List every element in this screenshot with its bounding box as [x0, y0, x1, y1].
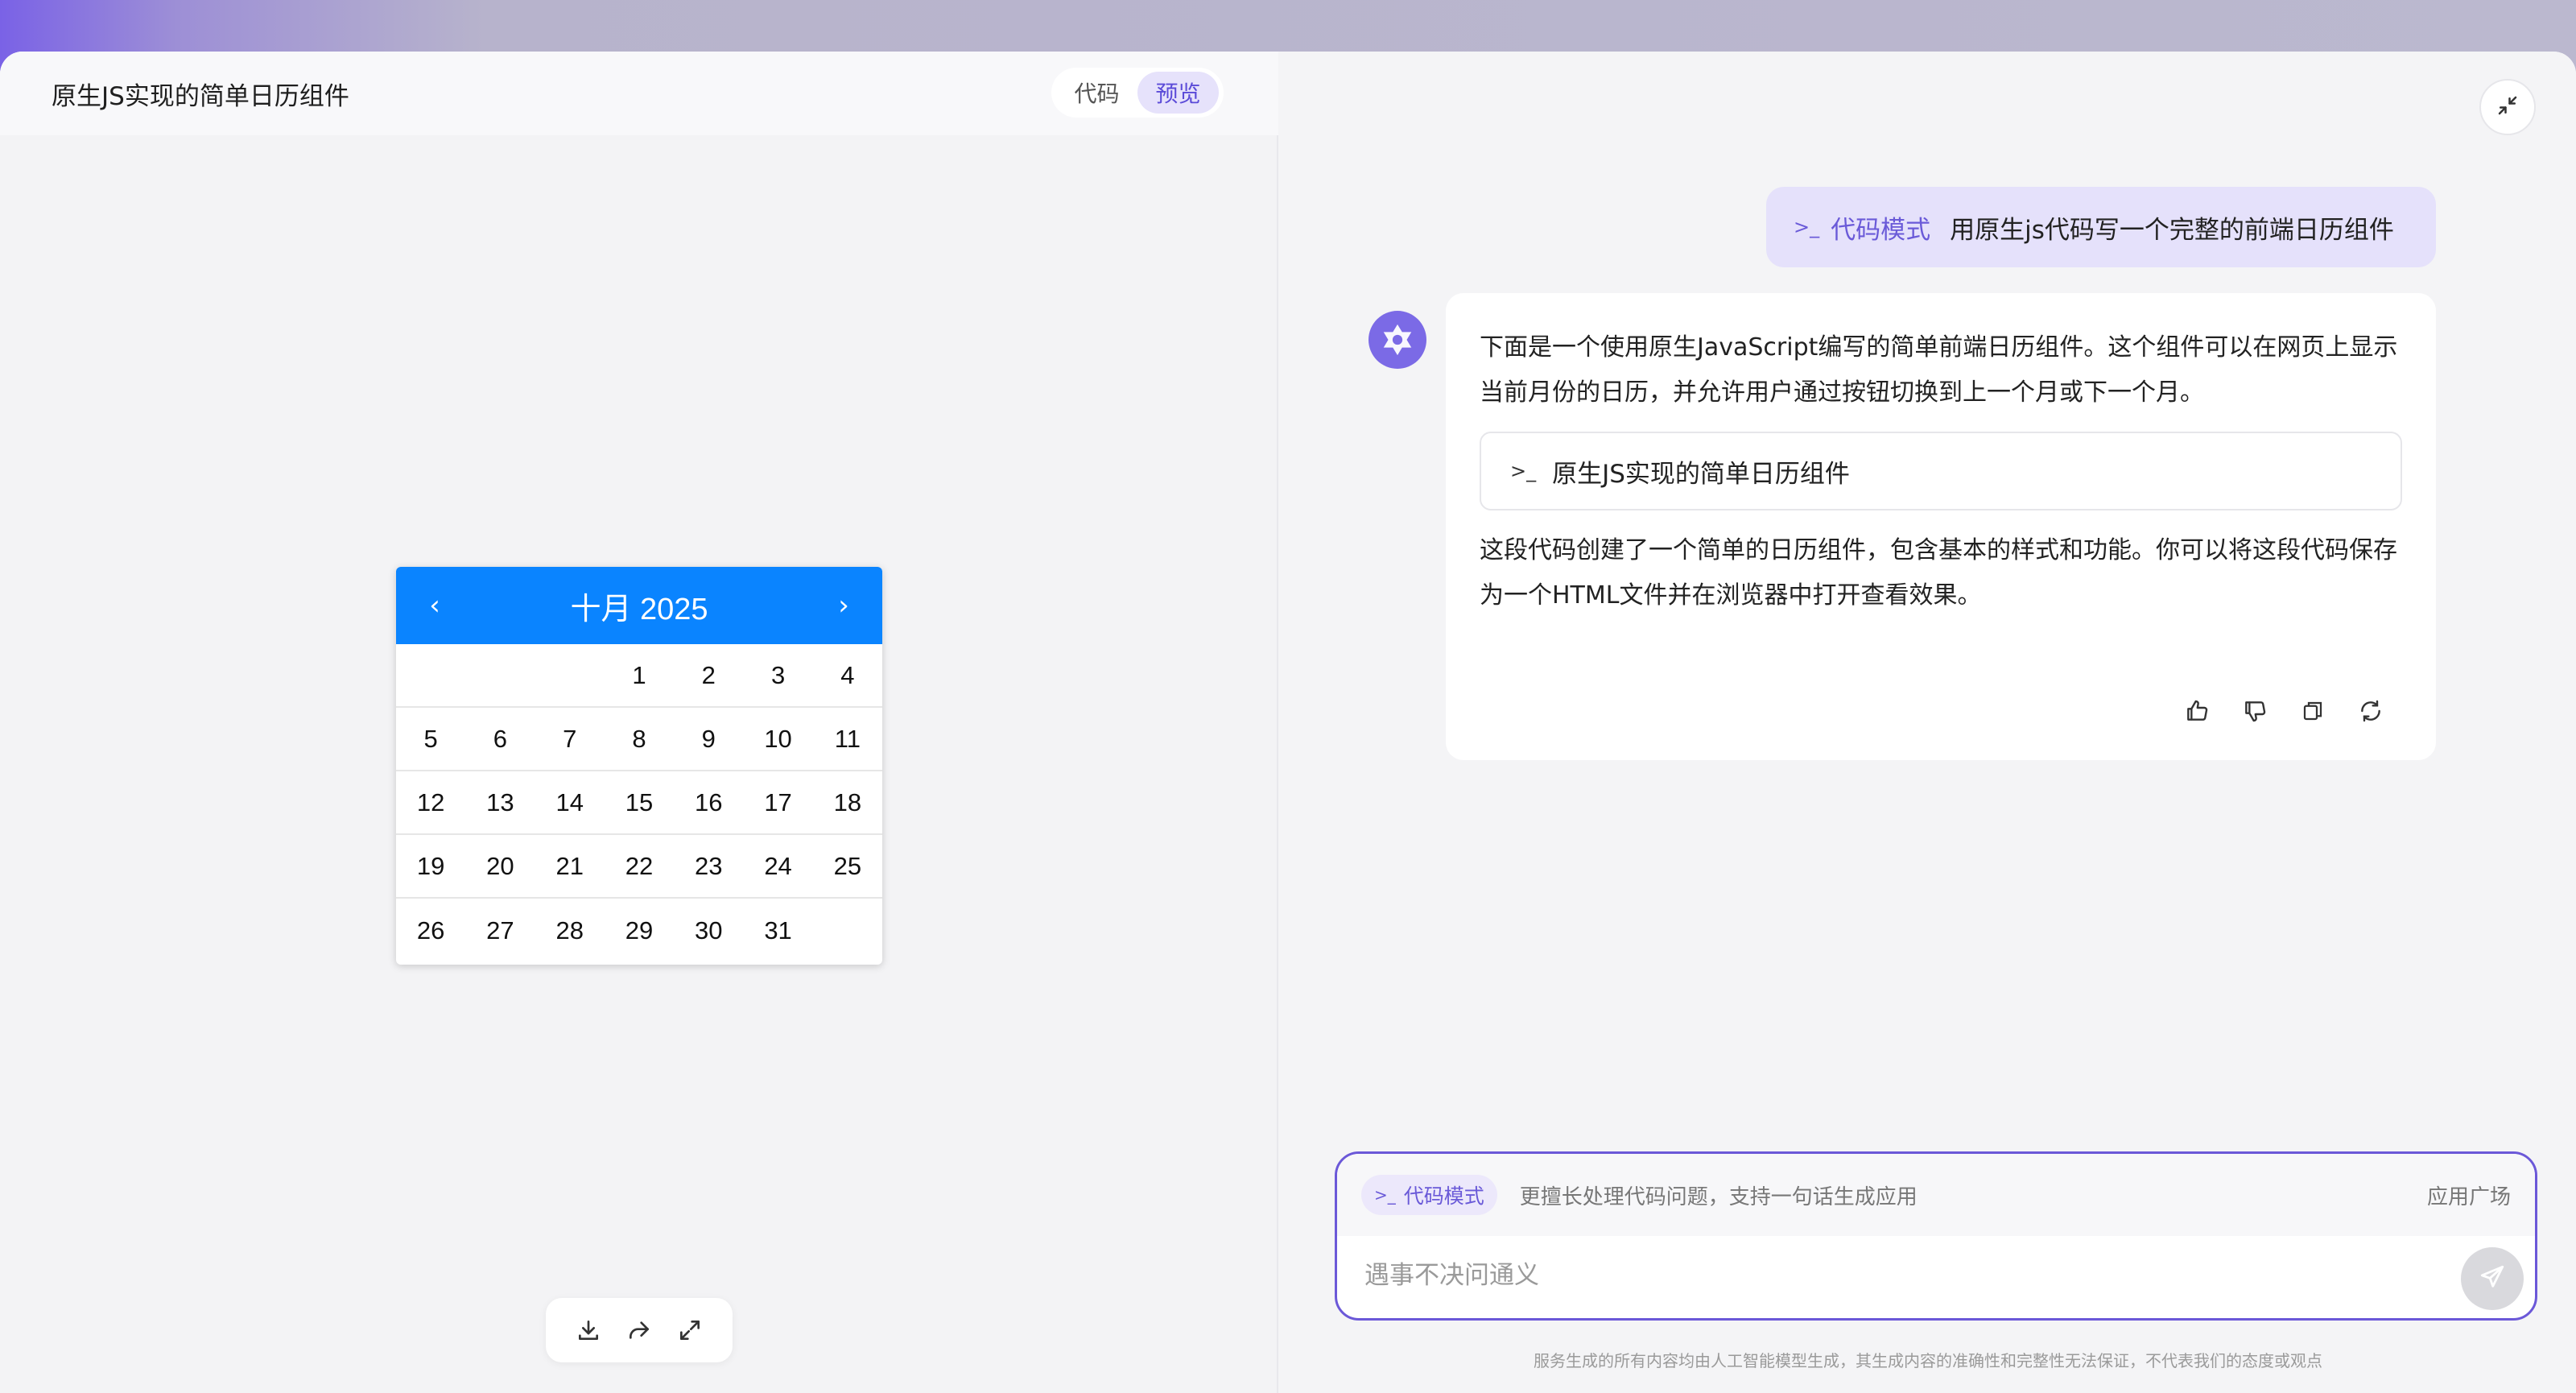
code-mode-label: 代码模式	[1831, 215, 1931, 245]
calendar-day[interactable]: 1	[604, 644, 675, 708]
assistant-avatar	[1368, 311, 1426, 369]
copy-icon[interactable]	[2296, 694, 2330, 728]
calendar-day[interactable]: 8	[604, 708, 675, 771]
calendar-day	[535, 644, 605, 708]
share-icon[interactable]	[623, 1314, 655, 1346]
calendar-month-title: 十月 2025	[570, 592, 708, 626]
calendar-day[interactable]: 15	[604, 771, 675, 835]
collapse-icon	[2496, 93, 2520, 121]
code-mode-tag: >_ 代码模式	[1794, 209, 1930, 246]
mode-hint: 更擅长处理代码问题，支持一句话生成应用	[1519, 1184, 1918, 1209]
composer-toolbar: >_ 代码模式 更擅长处理代码问题，支持一句话生成应用 应用广场	[1337, 1154, 2535, 1236]
chat-composer: >_ 代码模式 更擅长处理代码问题，支持一句话生成应用 应用广场	[1335, 1151, 2537, 1321]
calendar-day[interactable]: 27	[465, 899, 535, 962]
app-window: 原生JS实现的简单日历组件 代码 预览 ‹ 十月 2025 › 1 2 3 4 …	[0, 52, 2576, 1393]
code-artifact-card[interactable]: >_ 原生JS实现的简单日历组件	[1480, 432, 2402, 510]
calendar-day[interactable]: 21	[535, 835, 605, 899]
calendar-day[interactable]: 11	[812, 708, 882, 771]
calendar-day[interactable]: 16	[674, 771, 744, 835]
preview-header: 原生JS实现的简单日历组件 代码 预览	[0, 52, 1278, 135]
prev-month-button[interactable]: ‹	[420, 589, 449, 622]
code-mode-chip-label: 代码模式	[1403, 1184, 1484, 1208]
calendar-day[interactable]: 25	[812, 835, 882, 899]
thumbs-up-icon[interactable]	[2180, 694, 2214, 728]
calendar-day[interactable]: 14	[535, 771, 605, 835]
tab-preview[interactable]: 预览	[1137, 72, 1219, 114]
preview-title: 原生JS实现的简单日历组件	[52, 82, 349, 111]
calendar-day	[396, 644, 466, 708]
calendar-day[interactable]: 26	[396, 899, 465, 962]
tab-code[interactable]: 代码	[1056, 72, 1137, 114]
calendar-day[interactable]: 2	[674, 644, 744, 708]
app-plaza-link[interactable]: 应用广场	[2427, 1180, 2511, 1210]
calendar-day[interactable]: 9	[674, 708, 744, 771]
calendar-day[interactable]: 24	[743, 835, 813, 899]
calendar-day[interactable]: 6	[465, 708, 535, 771]
regenerate-icon[interactable]	[2354, 694, 2388, 728]
preview-toolbar	[546, 1298, 733, 1362]
preview-pane: 原生JS实现的简单日历组件 代码 预览 ‹ 十月 2025 › 1 2 3 4 …	[0, 52, 1278, 1393]
message-actions	[2180, 694, 2388, 728]
calendar-day[interactable]: 23	[674, 835, 744, 899]
assistant-paragraph-2: 这段代码创建了一个简单的日历组件，包含基本的样式和功能。你可以将这段代码保存为一…	[1480, 536, 2397, 610]
chat-pane: >_ 代码模式 用原生js代码写一个完整的前端日历组件 下面是一个使用原生Jav…	[1280, 52, 2576, 1393]
calendar-day[interactable]: 7	[535, 708, 605, 771]
fullscreen-icon[interactable]	[674, 1314, 706, 1346]
user-message: >_ 代码模式 用原生js代码写一个完整的前端日历组件	[1766, 187, 2436, 267]
code-artifact-title: 原生JS实现的简单日历组件	[1552, 459, 1850, 489]
calendar-day[interactable]: 28	[535, 899, 605, 962]
calendar-day[interactable]: 10	[743, 708, 813, 771]
code-mode-chip[interactable]: >_ 代码模式	[1361, 1175, 1497, 1215]
disclaimer: 服务生成的所有内容均由人工智能模型生成，其生成内容的准确性和完整性无法保证，不代…	[1534, 1351, 2322, 1370]
calendar-day[interactable]: 30	[674, 899, 743, 962]
calendar-day	[813, 899, 882, 962]
calendar-day[interactable]: 4	[812, 644, 882, 708]
next-month-button[interactable]: ›	[829, 589, 858, 622]
send-button[interactable]	[2461, 1247, 2524, 1310]
thumbs-down-icon[interactable]	[2238, 694, 2272, 728]
chat-input[interactable]	[1364, 1255, 2411, 1296]
assistant-message: 下面是一个使用原生JavaScript编写的简单前端日历组件。这个组件可以在网页…	[1446, 293, 2436, 760]
view-toggle: 代码 预览	[1051, 68, 1224, 118]
terminal-icon: >_	[1794, 216, 1820, 238]
assistant-paragraph-1: 下面是一个使用原生JavaScript编写的简单前端日历组件。这个组件可以在网页…	[1480, 333, 2398, 407]
calendar-day[interactable]: 31	[743, 899, 812, 962]
send-icon	[2479, 1263, 2506, 1294]
calendar-day[interactable]: 12	[396, 771, 466, 835]
calendar-day[interactable]: 20	[465, 835, 535, 899]
calendar-day[interactable]: 5	[396, 708, 466, 771]
calendar-header: ‹ 十月 2025 ›	[396, 567, 882, 644]
terminal-icon: >_	[1510, 460, 1537, 482]
calendar-day[interactable]: 19	[396, 835, 466, 899]
user-message-text: 用原生js代码写一个完整的前端日历组件	[1950, 215, 2394, 245]
calendar-day[interactable]: 22	[604, 835, 675, 899]
calendar-grid: 1 2 3 4 5 6 7 8 9 10 11 12 13 14 15 16 1…	[396, 644, 882, 962]
calendar-widget: ‹ 十月 2025 › 1 2 3 4 5 6 7 8 9 10 11 12 1…	[396, 567, 882, 965]
calendar-day[interactable]: 3	[743, 644, 813, 708]
download-icon[interactable]	[572, 1314, 605, 1346]
terminal-icon: >_	[1374, 1185, 1396, 1205]
collapse-button[interactable]	[2479, 79, 2536, 135]
calendar-day[interactable]: 17	[743, 771, 813, 835]
calendar-day	[465, 644, 535, 708]
calendar-day[interactable]: 18	[812, 771, 882, 835]
calendar-day[interactable]: 29	[605, 899, 674, 962]
calendar-day[interactable]: 13	[465, 771, 535, 835]
